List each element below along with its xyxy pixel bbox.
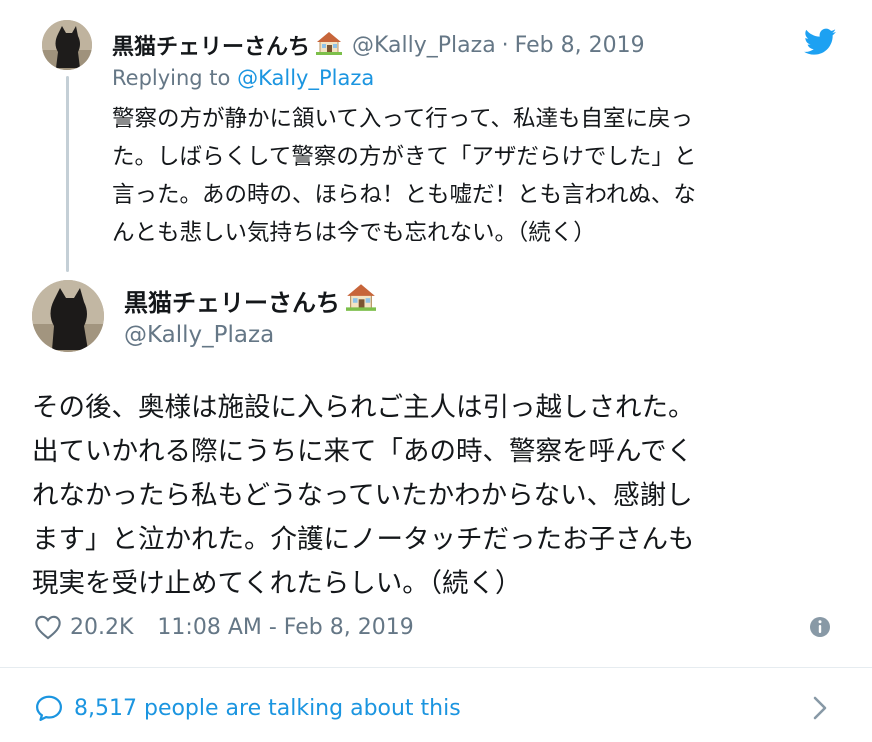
- parent-tweet-text: 警察の方が静かに頷いて入って行って、私達も自室に戻っ た。しばらくして警察の方が…: [112, 100, 842, 252]
- talking-about-text[interactable]: 8,517 people are talking about this: [74, 696, 461, 721]
- house-icon: [316, 30, 343, 60]
- tweet-timestamp[interactable]: 11:08 AM - Feb 8, 2019: [157, 615, 413, 640]
- main-handle[interactable]: @Kally_Plaza: [124, 322, 274, 348]
- meta-separator: ·: [501, 32, 509, 58]
- thread-line: [66, 76, 69, 272]
- main-text-line: れなかったら私もどうなっていたかわからない、感謝し: [32, 480, 693, 511]
- parent-header: 黒猫チェリーさんち @Kally_Plaza · Feb 8, 2019: [112, 26, 645, 64]
- main-avatar[interactable]: [32, 280, 104, 352]
- main-text-line: 出ていかれる際にうちに来て「あの時、警察を呼んでく: [32, 436, 694, 467]
- parent-avatar[interactable]: [42, 20, 92, 70]
- replying-handle-link[interactable]: @Kally_Plaza: [237, 66, 374, 90]
- parent-text-line: た。しばらくして警察の方がきて「アザだらけでした」と: [112, 144, 697, 170]
- main-name-row: 黒猫チェリーさんち: [124, 282, 376, 318]
- parent-date[interactable]: Feb 8, 2019: [515, 33, 645, 58]
- speech-bubble-icon: [34, 694, 64, 722]
- parent-text-line: 警察の方が静かに頷いて入って行って、私達も自室に戻っ: [112, 106, 693, 132]
- twitter-bird-icon[interactable]: [804, 28, 836, 56]
- main-text-line: ます」と泣かれた。介護にノータッチだったお子さんも: [32, 524, 695, 555]
- main-text-line: 現実を受け止めてくれたらしい。（続く）: [32, 568, 522, 599]
- talking-about-link[interactable]: 8,517 people are talking about this: [34, 690, 461, 726]
- replying-to: Replying to @Kally_Plaza: [112, 66, 374, 90]
- tweet-stats: 20.2K 11:08 AM - Feb 8, 2019: [34, 610, 414, 644]
- main-text-line: その後、奥様は施設に入られご主人は引っ越しされた。: [32, 392, 695, 423]
- house-icon: [346, 282, 376, 318]
- heart-icon[interactable]: [34, 614, 62, 640]
- divider: [0, 667, 872, 668]
- parent-text-line: んとも悲しい気持ちは今でも忘れない。（続く）: [112, 220, 596, 246]
- like-count[interactable]: 20.2K: [70, 615, 133, 640]
- main-display-name[interactable]: 黒猫チェリーさんち: [124, 283, 340, 318]
- info-icon[interactable]: [808, 615, 832, 639]
- replying-prefix: Replying to: [112, 66, 231, 90]
- parent-handle[interactable]: @Kally_Plaza: [352, 33, 496, 58]
- parent-display-name[interactable]: 黒猫チェリーさんち: [112, 29, 310, 61]
- chevron-right-icon[interactable]: [810, 694, 830, 722]
- main-tweet-text: その後、奥様は施設に入られご主人は引っ越しされた。 出ていかれる際にうちに来て「…: [32, 386, 852, 606]
- parent-text-line: 言った。あの時の、ほらね！とも嘘だ！とも言われぬ、な: [112, 182, 696, 208]
